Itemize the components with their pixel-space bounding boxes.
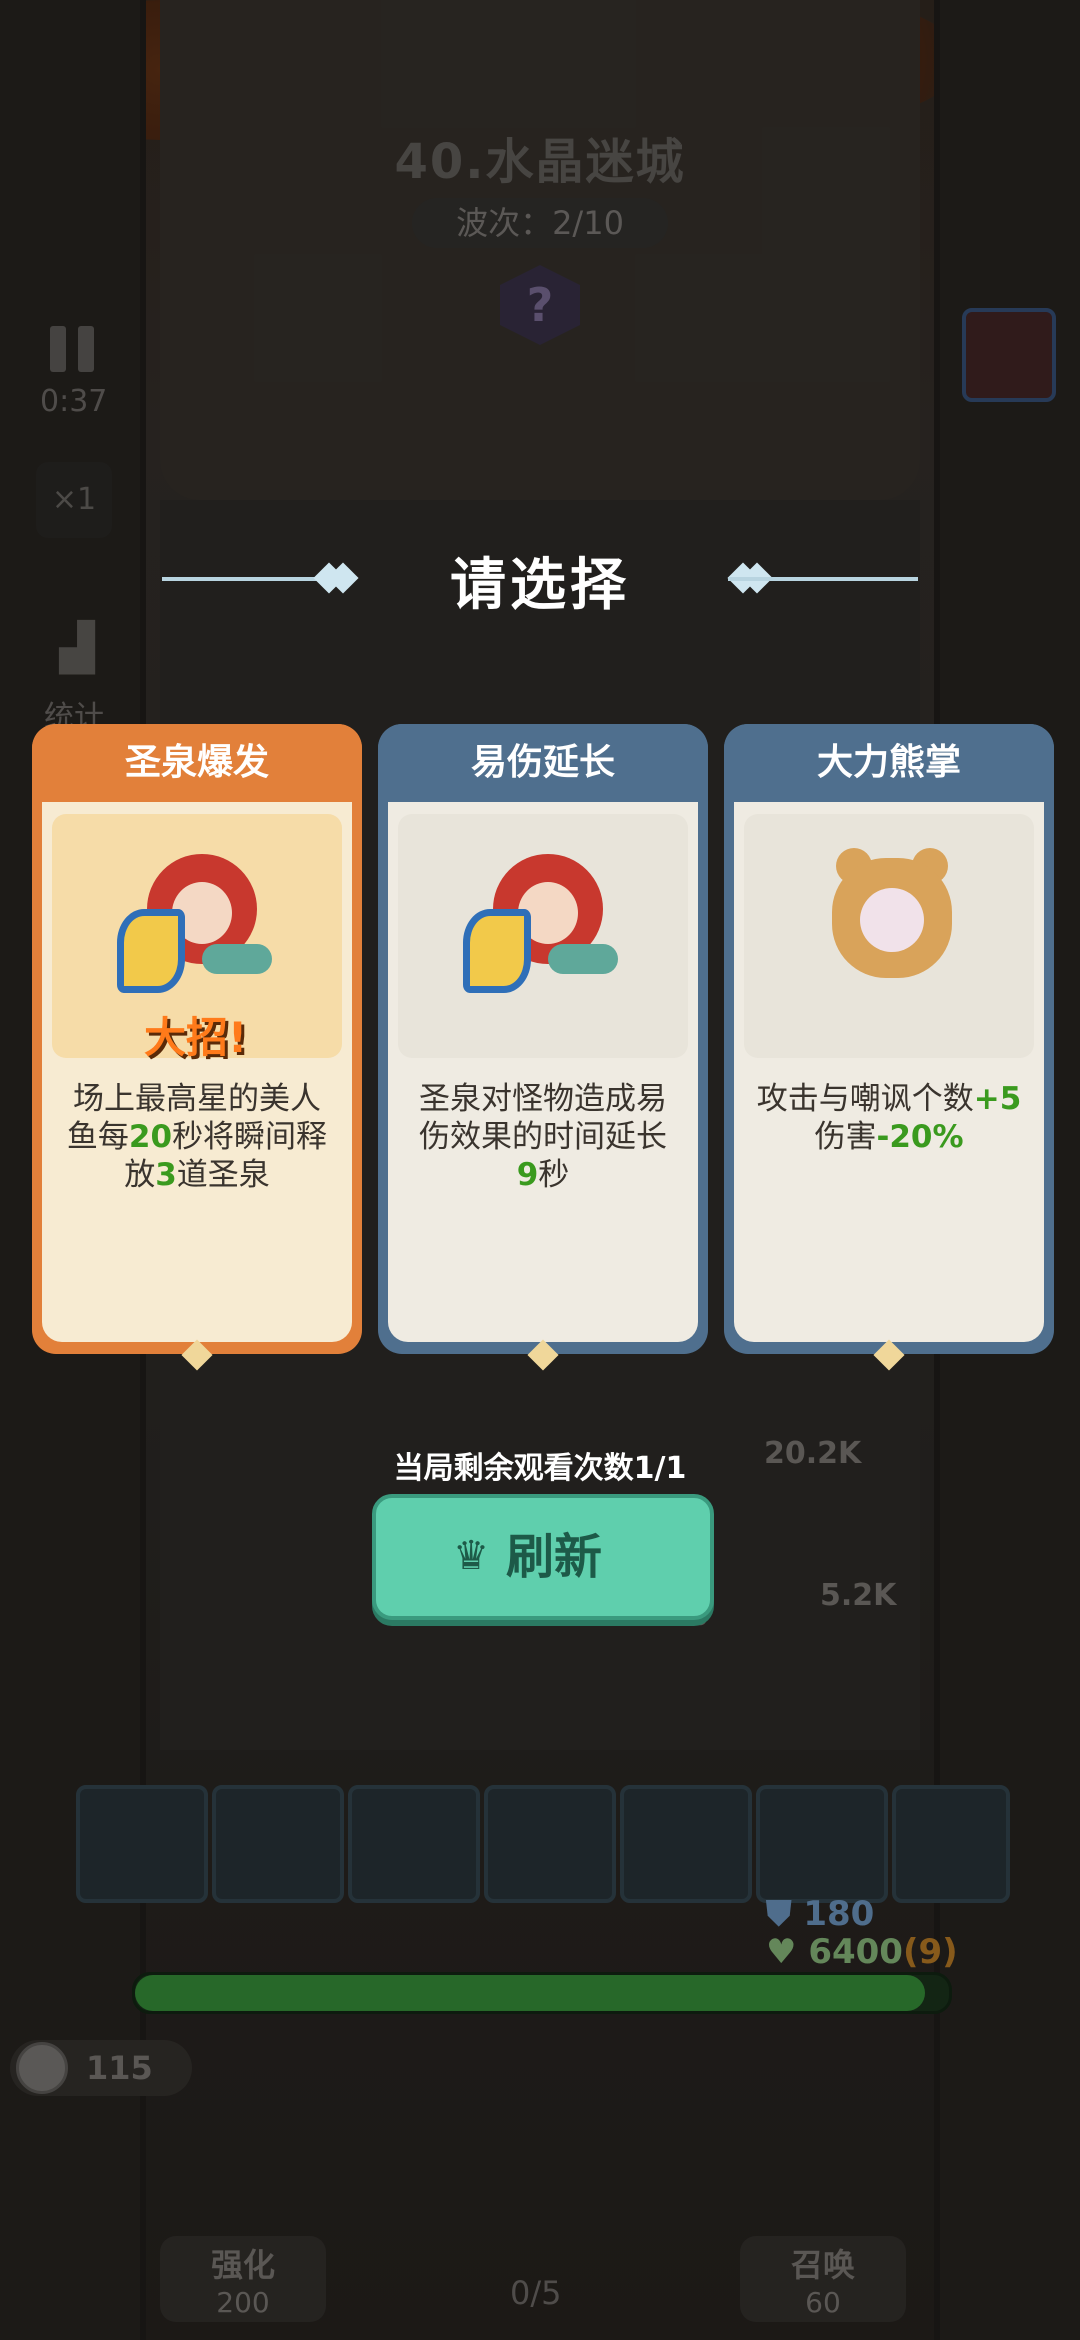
skill-card-body: 攻击与嘲讽个数+5 伤害-20%: [734, 802, 1044, 1342]
skill-card[interactable]: 易伤延长 圣泉对怪物造成易 伤效果的时间延长 9秒: [378, 724, 708, 1371]
skill-card[interactable]: 大力熊掌 攻击与嘲讽个数+5 伤害-20%: [724, 724, 1054, 1371]
skill-card[interactable]: 圣泉爆发 大招! 场上最高星的美人 鱼每20秒将瞬间释 放3道圣泉: [32, 724, 362, 1371]
skill-card-description: 圣泉对怪物造成易 伤效果的时间延长 9秒: [419, 1081, 667, 1193]
ultimate-badge: 大招!: [144, 1013, 248, 1062]
skill-card-body: 圣泉对怪物造成易 伤效果的时间延长 9秒: [388, 802, 698, 1342]
skill-card-title: 圣泉爆发: [32, 724, 362, 802]
title-ornament-right: [728, 577, 918, 581]
mermaid-hero-icon: [117, 854, 272, 993]
skill-card-art: 大招!: [52, 814, 342, 1062]
skill-card-description: 场上最高星的美人 鱼每20秒将瞬间释 放3道圣泉: [66, 1081, 328, 1193]
select-title: 请选择: [450, 553, 630, 618]
mermaid-hero-icon: [463, 854, 618, 993]
skill-card-title: 易伤延长: [378, 724, 708, 802]
skill-card-body: 大招! 场上最高星的美人 鱼每20秒将瞬间释 放3道圣泉: [42, 802, 352, 1342]
skill-card-art: [744, 814, 1034, 1058]
refresh-label: 刷新: [506, 1529, 603, 1585]
crown-icon: ♛: [453, 1533, 489, 1579]
watch-remaining: 当局剩余观看次数1/1: [393, 1451, 687, 1486]
bear-hero-icon: [832, 848, 952, 978]
skill-card-title: 大力熊掌: [724, 724, 1054, 802]
skill-card-description: 攻击与嘲讽个数+5 伤害-20%: [756, 1081, 1022, 1155]
skill-card-art: [398, 814, 688, 1058]
refresh-button[interactable]: ♛ 刷新: [372, 1494, 714, 1620]
